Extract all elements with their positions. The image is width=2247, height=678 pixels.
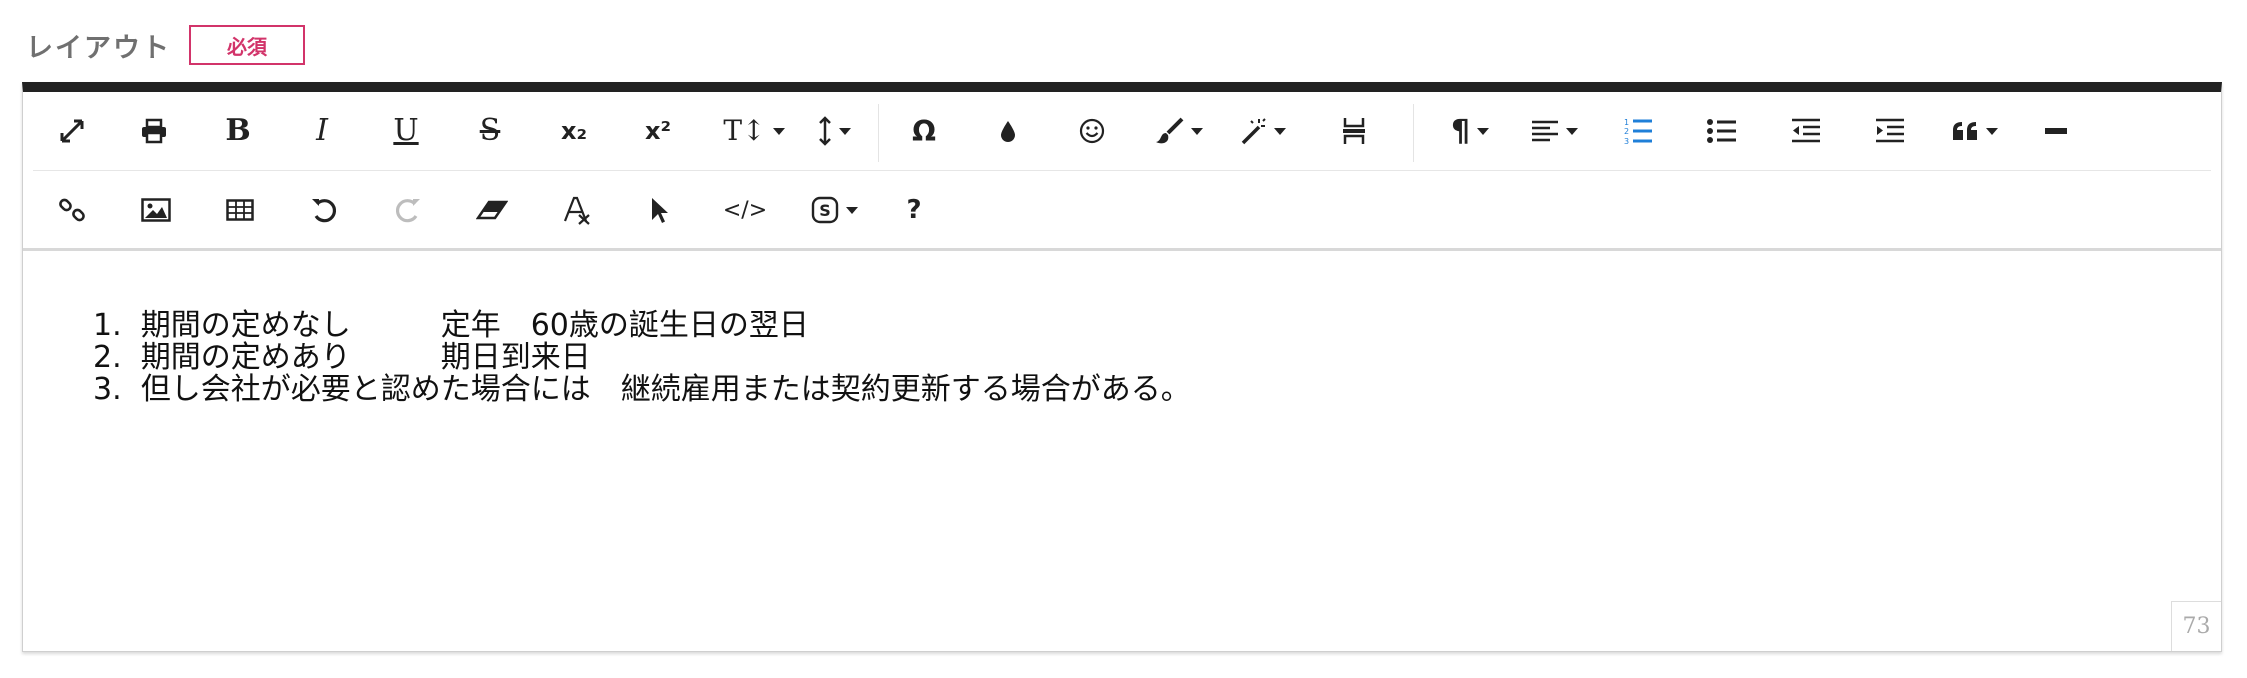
color-button[interactable] — [983, 92, 1033, 170]
special-char-button[interactable]: Ω — [899, 92, 949, 170]
expand-icon[interactable] — [47, 92, 97, 170]
toolbar-row-2: </> S ? — [23, 171, 2221, 249]
required-badge: 必須 — [189, 25, 305, 65]
align-left-icon — [1531, 120, 1558, 142]
quote-button[interactable] — [1941, 92, 2007, 170]
field-header: レイアウト 必須 — [26, 22, 305, 68]
quote-icon — [1952, 122, 1977, 140]
outdent-button[interactable] — [1781, 92, 1831, 170]
special-char-icon: Ω — [912, 114, 936, 148]
toolbar-row-1: B I U S x₂ x² T↕ Ω ¶ 1 2 3 — [33, 92, 2211, 171]
field-label: レイアウト — [26, 32, 171, 64]
image-button[interactable] — [131, 171, 181, 249]
underline-icon: U — [393, 113, 419, 148]
svg-text:S: S — [819, 201, 831, 220]
strikethrough-button[interactable]: S — [465, 92, 515, 170]
emoticon-button[interactable] — [1067, 92, 1117, 170]
paint-format-button[interactable] — [1145, 92, 1211, 170]
chevron-down-icon — [1477, 127, 1490, 135]
editor-toolbar: B I U S x₂ x² T↕ Ω ¶ 1 2 3 </> S ? — [23, 92, 2221, 251]
redo-button[interactable] — [383, 171, 433, 249]
ordered-list: 1. 期間の定めなし 定年 60歳の誕生日の翌日 2. 期間の定めあり 期日到来… — [93, 310, 1191, 406]
line-height-icon — [818, 116, 831, 146]
eraser-button[interactable] — [467, 171, 517, 249]
paint-format-icon — [1155, 117, 1183, 144]
list-item: 3. 但し会社が必要と認めた場合には 継続雇用または契約更新する場合がある。 — [93, 372, 1191, 407]
horizontal-line-icon — [2045, 128, 2067, 134]
underline-button[interactable]: U — [381, 92, 431, 170]
horizontal-line-button[interactable] — [2031, 92, 2081, 170]
chevron-down-icon — [845, 206, 858, 214]
help-icon: ? — [906, 195, 922, 225]
paragraph-format-icon: ¶ — [1450, 113, 1471, 149]
indent-button[interactable] — [1865, 92, 1915, 170]
subscript-icon: x₂ — [561, 117, 587, 145]
page-break-icon — [1343, 118, 1365, 144]
page-break-button[interactable] — [1329, 92, 1379, 170]
superscript-icon: x² — [645, 117, 671, 145]
table-button[interactable] — [215, 171, 265, 249]
clear-format-button[interactable] — [551, 171, 601, 249]
clear-format-icon — [563, 196, 590, 225]
chevron-down-icon — [1985, 127, 1998, 135]
table-icon — [226, 199, 254, 221]
emoticon-icon — [1079, 118, 1105, 144]
undo-button[interactable] — [299, 171, 349, 249]
magic-wand-button[interactable] — [1229, 92, 1295, 170]
line-height-button[interactable] — [809, 92, 859, 170]
editor-content[interactable]: 1. 期間の定めなし 定年 60歳の誕生日の翌日 2. 期間の定めあり 期日到来… — [23, 248, 2221, 651]
image-icon — [141, 198, 171, 222]
ordered-list-button[interactable]: 123 — [1613, 92, 1663, 170]
cursor-icon — [652, 198, 668, 223]
bold-button[interactable]: B — [213, 92, 263, 170]
superscript-button[interactable]: x² — [633, 92, 683, 170]
svg-text:3: 3 — [1624, 137, 1629, 145]
toolbar-separator — [1413, 104, 1414, 162]
color-icon — [1001, 121, 1015, 142]
unordered-list-button[interactable] — [1697, 92, 1747, 170]
code-view-icon: </> — [722, 197, 768, 223]
print-icon[interactable] — [129, 92, 179, 170]
indent-icon — [1876, 118, 1904, 143]
svg-text:1: 1 — [1624, 118, 1629, 127]
strikethrough-icon: S — [479, 113, 501, 148]
help-button[interactable]: ? — [889, 171, 939, 249]
redo-icon — [395, 199, 420, 223]
ordered-list-icon: 123 — [1624, 118, 1652, 145]
paragraph-format-button[interactable]: ¶ — [1437, 92, 1503, 170]
outdent-icon — [1792, 118, 1820, 143]
italic-button[interactable]: I — [297, 92, 347, 170]
chevron-down-icon — [772, 127, 785, 135]
eraser-icon — [476, 200, 508, 220]
magic-wand-icon — [1241, 118, 1266, 145]
special-s-button[interactable]: S — [803, 171, 865, 249]
list-item: 2. 期間の定めあり 期日到来日 — [93, 340, 591, 375]
link-button[interactable] — [47, 171, 97, 249]
undo-icon — [312, 199, 337, 223]
chevron-down-icon — [1190, 127, 1203, 135]
rich-text-editor: B I U S x₂ x² T↕ Ω ¶ 1 2 3 </> S ? 1. 期間… — [22, 82, 2222, 652]
align-button[interactable] — [1521, 92, 1587, 170]
code-view-button[interactable]: </> — [717, 171, 773, 249]
svg-text:2: 2 — [1624, 127, 1629, 136]
list-item: 1. 期間の定めなし 定年 60歳の誕生日の翌日 — [93, 308, 809, 343]
chevron-down-icon — [838, 127, 851, 135]
character-count: 73 — [2171, 601, 2221, 651]
chevron-down-icon — [1273, 127, 1286, 135]
unordered-list-icon — [1707, 119, 1736, 143]
chevron-down-icon — [1565, 127, 1578, 135]
bold-icon: B — [225, 113, 251, 148]
italic-icon: I — [316, 113, 328, 148]
special-s-icon: S — [811, 196, 838, 224]
font-size-icon: T↕ — [723, 114, 766, 147]
font-size-button[interactable]: T↕ — [723, 92, 785, 170]
subscript-button[interactable]: x₂ — [549, 92, 599, 170]
toolbar-separator — [878, 104, 879, 162]
link-icon — [59, 198, 85, 222]
select-all-button[interactable] — [635, 171, 685, 249]
